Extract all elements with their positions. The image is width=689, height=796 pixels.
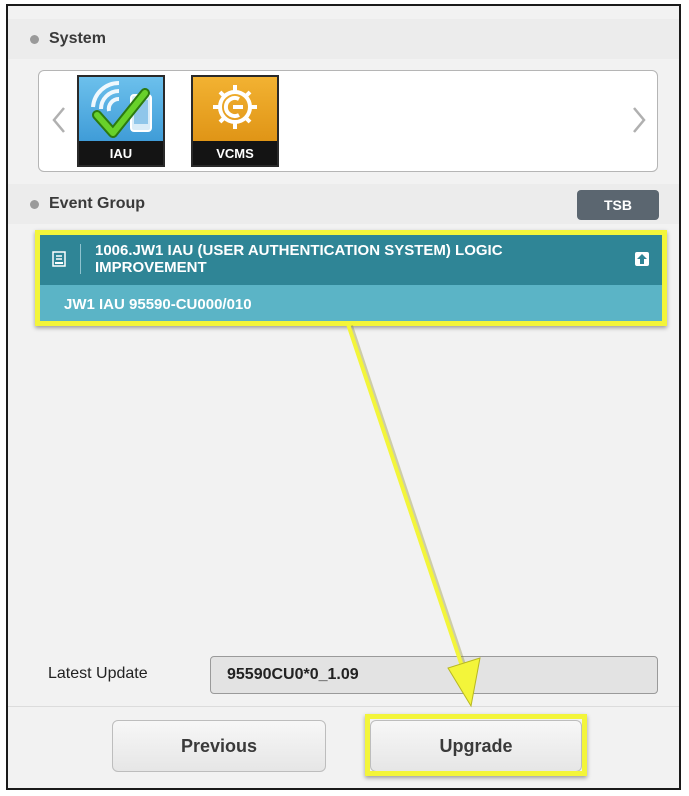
system-carousel: IAU VCMS [38, 70, 658, 172]
system-tile-vcms[interactable]: VCMS [191, 75, 279, 167]
chevron-left-icon[interactable] [47, 103, 71, 137]
bullet-dot-icon [30, 199, 39, 209]
previous-button[interactable]: Previous [112, 720, 326, 772]
bullet-dot-icon [30, 34, 39, 44]
iau-check-icon [91, 80, 152, 138]
system-section-title: System [49, 30, 106, 47]
latest-update-field: 95590CU0*0_1.09 [210, 656, 658, 694]
upgrade-highlight-box [365, 714, 587, 776]
latest-update-value: 95590CU0*0_1.09 [227, 666, 359, 683]
update-panel: System IAU VCMS Event Group TSB 1006.JW1… [6, 4, 681, 790]
tsb-button[interactable]: TSB [577, 190, 659, 220]
system-section-header: System [8, 19, 679, 59]
latest-update-label: Latest Update [48, 665, 148, 682]
chevron-right-icon[interactable] [627, 103, 651, 137]
event-group-section-title: Event Group [49, 195, 146, 212]
vcms-plug-icon [213, 85, 257, 129]
event-group-section-header: Event Group TSB [8, 184, 679, 224]
tile-label-iau: IAU [79, 141, 163, 165]
system-tile-iau[interactable]: IAU [77, 75, 165, 167]
event-highlight-box [35, 230, 667, 326]
tile-label-vcms: VCMS [193, 141, 277, 165]
